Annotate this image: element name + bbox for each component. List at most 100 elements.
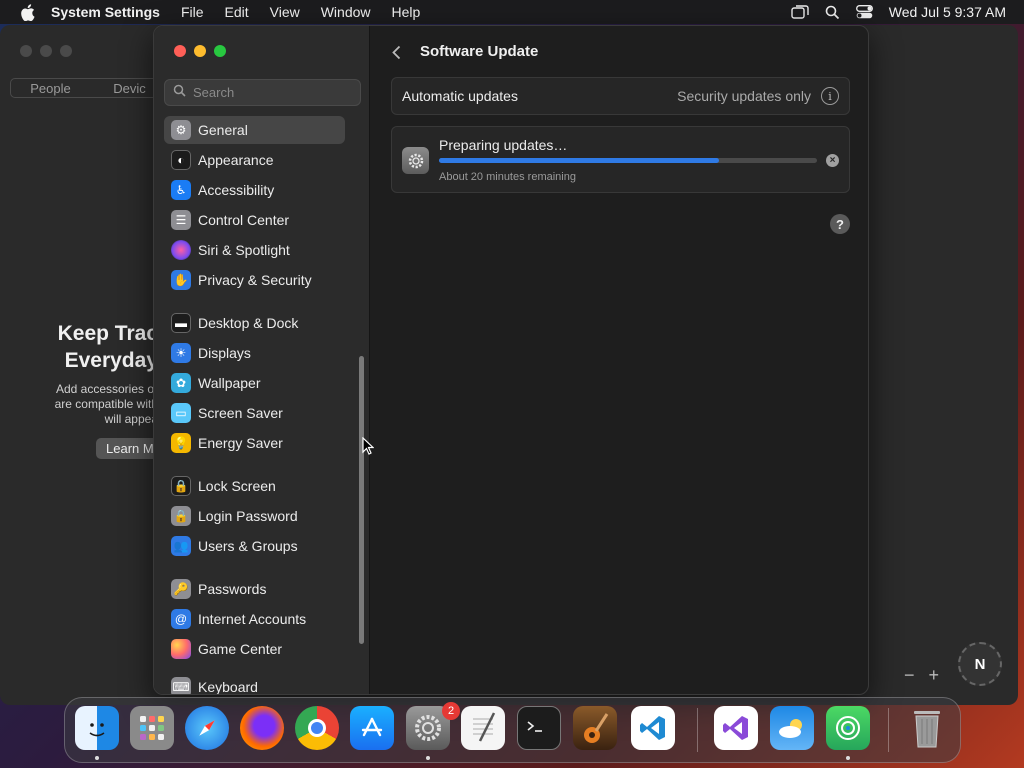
- notification-badge: 2: [442, 702, 460, 720]
- finder-icon[interactable]: [75, 706, 119, 750]
- siri-icon: [171, 240, 191, 260]
- automatic-updates-value: Security updates only: [677, 88, 811, 104]
- firefox-icon[interactable]: [240, 706, 284, 750]
- spotlight-search-icon[interactable]: [825, 5, 840, 20]
- sidebar-item-wallpaper[interactable]: ✿ Wallpaper: [164, 369, 345, 397]
- software-update-gear-icon: [402, 147, 429, 174]
- find-my-icon[interactable]: [826, 706, 870, 750]
- textedit-icon[interactable]: [461, 706, 505, 750]
- apple-menu-icon[interactable]: [17, 2, 37, 22]
- menu-bar: System Settings File Edit View Window He…: [0, 0, 1024, 24]
- back-button[interactable]: [389, 42, 403, 62]
- game-center-icon: [171, 639, 191, 659]
- view-segmented-control[interactable]: People Devic: [10, 78, 170, 98]
- sidebar-item-accessibility[interactable]: ♿ Accessibility: [164, 176, 345, 204]
- control-center-icon: ☰: [171, 210, 191, 230]
- users-icon: 👥: [171, 536, 191, 556]
- hand-icon: ✋: [171, 270, 191, 290]
- search-icon: [173, 84, 186, 102]
- time-remaining: About 20 minutes remaining: [439, 171, 576, 183]
- flower-icon: ✿: [171, 373, 191, 393]
- search-input[interactable]: [193, 85, 353, 100]
- sidebar-item-login-password[interactable]: 🔒 Login Password: [164, 502, 345, 530]
- mouse-cursor-icon: [362, 436, 375, 461]
- find-my-running-indicator: [846, 756, 850, 760]
- minimize-window-button[interactable]: [194, 45, 206, 57]
- sidebar-item-internet-accounts[interactable]: @ Internet Accounts: [164, 605, 345, 633]
- info-icon[interactable]: i: [821, 87, 839, 105]
- vscode-icon[interactable]: [631, 706, 675, 750]
- tab-people[interactable]: People: [11, 79, 90, 97]
- page-title: Software Update: [420, 43, 539, 60]
- menu-clock[interactable]: Wed Jul 5 9:37 AM: [889, 4, 1006, 20]
- update-progress-card: Preparing updates… About 20 minutes rema…: [391, 126, 850, 193]
- dock-separator-trash: [888, 708, 889, 752]
- control-center-icon[interactable]: [855, 5, 873, 19]
- automatic-updates-row: Automatic updates Security updates only …: [391, 77, 850, 115]
- dock-icon: ▬: [171, 313, 191, 333]
- sidebar-item-displays[interactable]: ☀ Displays: [164, 339, 345, 367]
- system-settings-window: ⚙ General ◐ Appearance ♿ Accessibility ☰…: [153, 25, 869, 695]
- sidebar-scrollbar[interactable]: [359, 356, 364, 644]
- sidebar-item-energy-saver[interactable]: 💡 Energy Saver: [164, 429, 345, 457]
- gear-icon: ⚙: [171, 120, 191, 140]
- terminal-icon[interactable]: [517, 706, 561, 750]
- update-progress-bar: [439, 158, 817, 163]
- update-progress-fill: [439, 158, 719, 163]
- empty-state-headline: Keep Trac Everyday: [57, 322, 158, 372]
- zoom-window-button[interactable]: [214, 45, 226, 57]
- dock-separator: [697, 708, 698, 752]
- update-status: Preparing updates…: [439, 137, 568, 153]
- sidebar-item-passwords[interactable]: 🔑 Passwords: [164, 575, 345, 603]
- software-update-pane: Software Update Automatic updates Securi…: [371, 26, 868, 694]
- garageband-icon[interactable]: [573, 706, 617, 750]
- safari-icon[interactable]: [185, 706, 229, 750]
- app-store-icon[interactable]: [350, 706, 394, 750]
- empty-state-description: Add accessories or are compatible with w…: [54, 382, 158, 426]
- padlock-icon: 🔒: [171, 506, 191, 526]
- menu-view[interactable]: View: [270, 4, 300, 20]
- sidebar-item-desktop-dock[interactable]: ▬ Desktop & Dock: [164, 309, 345, 337]
- bulb-icon: 💡: [171, 433, 191, 453]
- sidebar-item-siri-spotlight[interactable]: Siri & Spotlight: [164, 236, 345, 264]
- menu-file[interactable]: File: [181, 4, 204, 20]
- screen-saver-icon: ▭: [171, 403, 191, 423]
- sidebar-item-privacy-security[interactable]: ✋ Privacy & Security: [164, 266, 345, 294]
- trash-icon[interactable]: [905, 706, 949, 750]
- sidebar-item-appearance[interactable]: ◐ Appearance: [164, 146, 345, 174]
- menu-app-name[interactable]: System Settings: [51, 4, 160, 20]
- sidebar-item-game-center[interactable]: Game Center: [164, 635, 345, 663]
- visual-studio-icon[interactable]: [714, 706, 758, 750]
- menu-window[interactable]: Window: [321, 4, 371, 20]
- compass-icon[interactable]: N: [958, 642, 1002, 686]
- window-controls: [174, 45, 226, 57]
- sidebar-item-control-center[interactable]: ☰ Control Center: [164, 206, 345, 234]
- zoom-in-button[interactable]: +: [929, 665, 940, 686]
- sidebar: ⚙ General ◐ Appearance ♿ Accessibility ☰…: [154, 26, 370, 694]
- appearance-icon: ◐: [171, 150, 191, 170]
- sun-icon: ☀: [171, 343, 191, 363]
- search-field[interactable]: [164, 79, 361, 106]
- screen-mirroring-icon[interactable]: [791, 5, 809, 19]
- sidebar-item-users-groups[interactable]: 👥 Users & Groups: [164, 532, 345, 560]
- menu-help[interactable]: Help: [392, 4, 421, 20]
- cancel-update-button[interactable]: ×: [826, 154, 839, 167]
- zoom-out-button[interactable]: −: [904, 665, 915, 686]
- chrome-icon[interactable]: [295, 706, 339, 750]
- sidebar-item-general[interactable]: ⚙ General: [164, 116, 345, 144]
- keyboard-icon: ⌨: [171, 677, 191, 694]
- close-window-button[interactable]: [174, 45, 186, 57]
- launchpad-icon[interactable]: [130, 706, 174, 750]
- menu-edit[interactable]: Edit: [225, 4, 249, 20]
- lock-icon: 🔒: [171, 476, 191, 496]
- sidebar-item-keyboard[interactable]: ⌨ Keyboard: [164, 673, 345, 694]
- accessibility-icon: ♿: [171, 180, 191, 200]
- sidebar-item-screen-saver[interactable]: ▭ Screen Saver: [164, 399, 345, 427]
- weather-icon[interactable]: [770, 706, 814, 750]
- dock: 2: [64, 697, 961, 763]
- sidebar-item-lock-screen[interactable]: 🔒 Lock Screen: [164, 472, 345, 500]
- help-button[interactable]: ?: [830, 214, 850, 234]
- chevron-left-icon: [391, 45, 400, 59]
- inactive-window-controls: [20, 45, 72, 57]
- at-icon: @: [171, 609, 191, 629]
